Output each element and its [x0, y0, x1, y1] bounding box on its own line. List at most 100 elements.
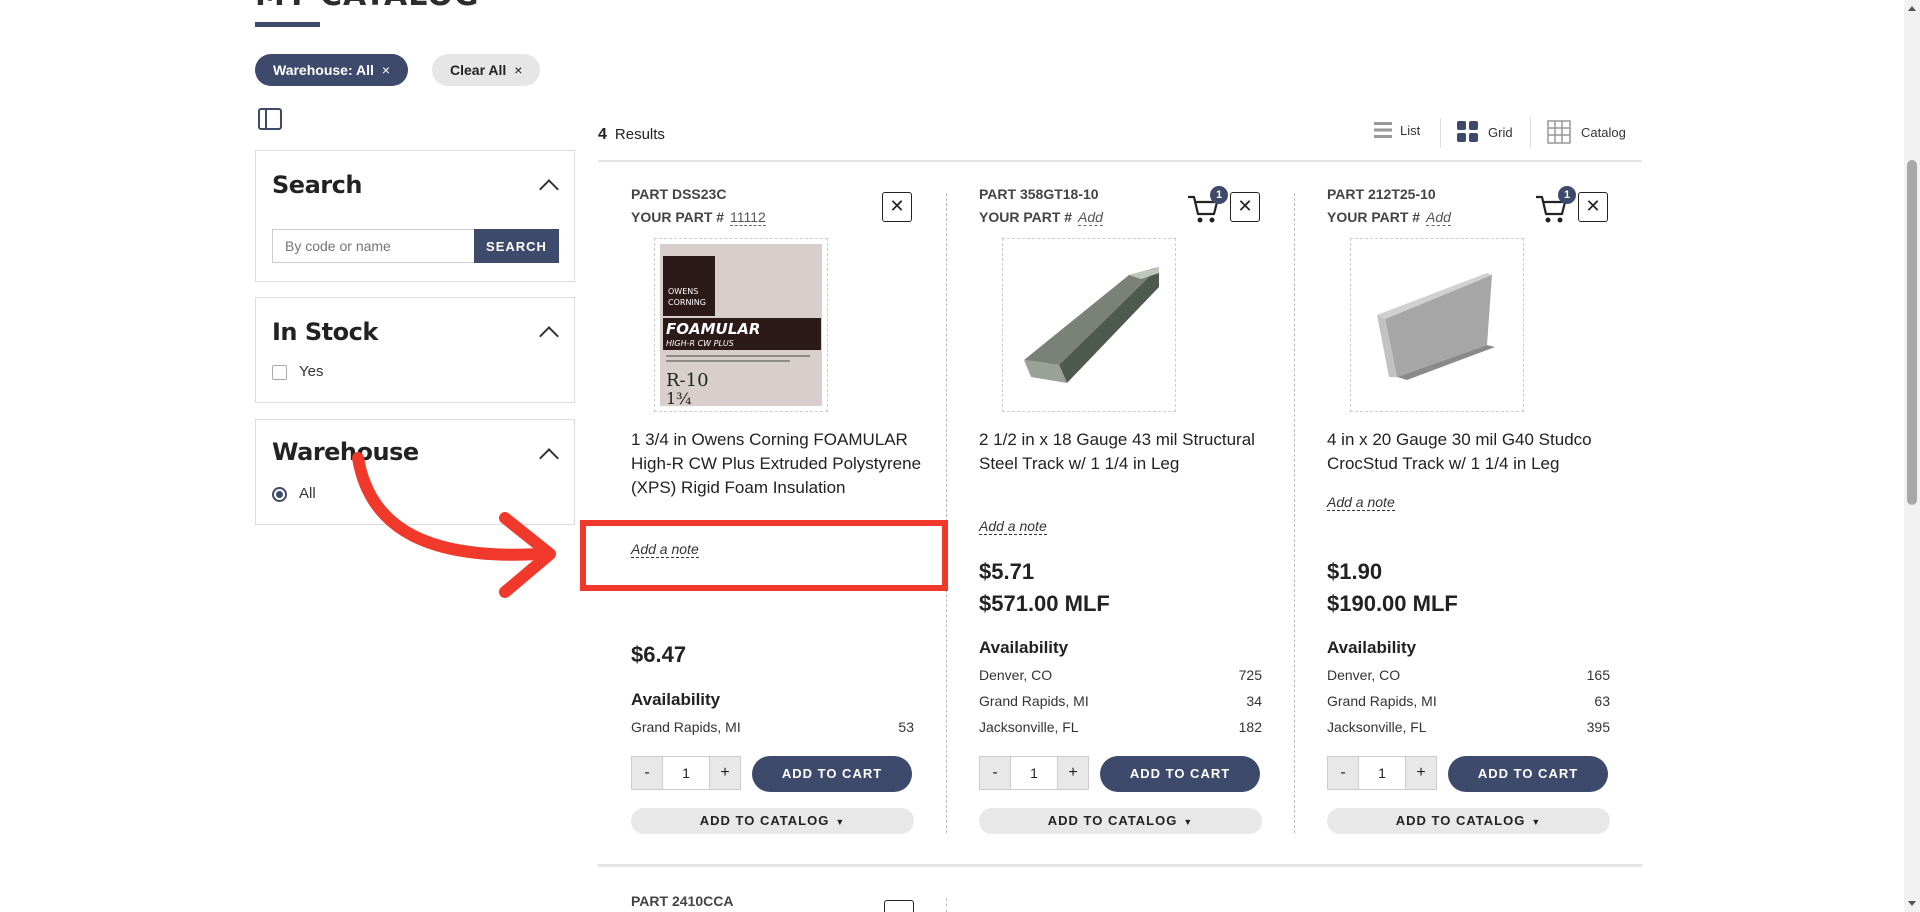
product-image[interactable]: [1002, 238, 1176, 412]
search-filter-panel: Search SEARCH: [255, 150, 575, 282]
product-subtitle-text: HIGH-R CW PLUS: [666, 339, 734, 348]
sidebar-toggle-icon[interactable]: [258, 108, 282, 130]
brand-text: OWENS: [668, 287, 698, 296]
catalog-view-button[interactable]: Catalog: [1547, 120, 1626, 144]
results-count-number: 4: [598, 126, 607, 143]
studco-track-image: [1377, 273, 1495, 380]
product-image[interactable]: OWENS CORNING FOAMULAR HIGH-R CW PLUS R-…: [654, 238, 828, 412]
part-code: PART 358GT18-10: [979, 186, 1099, 202]
cart-count-badge: 1: [1558, 186, 1576, 204]
increment-button[interactable]: +: [710, 757, 740, 789]
clear-all-label: Clear All: [450, 62, 507, 78]
steel-track-image: [1024, 267, 1159, 383]
results-count: 4 Results: [598, 126, 665, 144]
availability-location: Denver, CO: [979, 667, 1053, 683]
add-to-catalog-button[interactable]: ADD TO CATALOG ▼: [979, 808, 1262, 834]
in-stock-option-label: Yes: [299, 363, 324, 380]
view-divider: [1440, 118, 1441, 148]
your-part-add-link[interactable]: Add: [1077, 209, 1103, 226]
grid-view-label: Grid: [1488, 124, 1513, 140]
add-to-cart-button[interactable]: ADD TO CART: [1448, 756, 1608, 792]
availability-qty: 53: [898, 719, 914, 735]
scroll-down-icon[interactable]: [1908, 901, 1916, 906]
search-input[interactable]: [272, 229, 474, 263]
quantity-input[interactable]: 1: [1010, 757, 1058, 789]
search-button[interactable]: SEARCH: [474, 229, 559, 263]
scroll-up-icon[interactable]: [1908, 6, 1916, 11]
product-price: $5.71: [979, 559, 1035, 584]
availability-row: Denver, CO 725: [979, 667, 1262, 683]
foamular-insulation-image: OWENS CORNING FOAMULAR HIGH-R CW PLUS R-…: [660, 244, 822, 406]
add-to-catalog-label: ADD TO CATALOG: [699, 813, 830, 828]
add-to-cart-button[interactable]: ADD TO CART: [752, 756, 912, 792]
warehouse-all-radio[interactable]: [272, 487, 287, 502]
quantity-stepper: - 1 +: [979, 756, 1089, 790]
add-to-catalog-label: ADD TO CATALOG: [1395, 813, 1526, 828]
quantity-input[interactable]: 1: [662, 757, 710, 789]
increment-button[interactable]: +: [1406, 757, 1436, 789]
scroll-thumb[interactable]: [1907, 160, 1917, 505]
product-card: PART DSS23C YOUR PART # 11112 ✕ OWENS CO…: [598, 180, 921, 840]
availability-location: Jacksonville, FL: [1327, 719, 1427, 735]
decrement-button[interactable]: -: [1328, 757, 1358, 789]
remove-product-button[interactable]: ✕: [1230, 192, 1260, 222]
add-note-link[interactable]: Add a note: [1327, 494, 1395, 511]
availability-qty: 725: [1238, 667, 1262, 683]
your-part-label: YOUR PART #: [1327, 209, 1421, 225]
quantity-stepper: - 1 +: [1327, 756, 1437, 790]
caret-down-icon: ▼: [1183, 817, 1194, 827]
brand-text: CORNING: [668, 298, 706, 307]
warehouse-filter-chip[interactable]: Warehouse: All ×: [255, 54, 409, 86]
add-to-cart-button[interactable]: ADD TO CART: [1100, 756, 1260, 792]
clear-all-chip[interactable]: Clear All ×: [432, 54, 541, 86]
availability-location: Grand Rapids, MI: [979, 693, 1089, 709]
product-name[interactable]: 4 in x 20 Gauge 30 mil G40 Studco CrocSt…: [1327, 428, 1627, 476]
grid-view-button[interactable]: Grid: [1456, 120, 1513, 144]
list-view-label: List: [1400, 122, 1421, 138]
close-icon[interactable]: ×: [382, 62, 390, 78]
availability-qty: 34: [1246, 693, 1262, 709]
product-price: $1.90: [1327, 559, 1383, 584]
availability-title: Availability: [1327, 638, 1417, 657]
caret-down-icon: ▼: [1531, 817, 1542, 827]
row-divider: [598, 864, 1642, 867]
add-to-catalog-label: ADD TO CATALOG: [1047, 813, 1178, 828]
product-price-mlf: $190.00 MLF: [1327, 591, 1458, 616]
title-underline: [255, 22, 320, 27]
r-value-text: R-10: [666, 370, 709, 391]
chevron-up-icon[interactable]: [539, 326, 559, 346]
warehouse-option-label: All: [299, 485, 316, 502]
decrement-button[interactable]: -: [632, 757, 662, 789]
add-to-catalog-button[interactable]: ADD TO CATALOG ▼: [1327, 808, 1610, 834]
product-name[interactable]: 2 1/2 in x 18 Gauge 43 mil Structural St…: [979, 428, 1279, 476]
availability-row: Grand Rapids, MI 34: [979, 693, 1262, 709]
your-part-value[interactable]: 11112: [729, 209, 766, 226]
availability-qty: 165: [1586, 667, 1610, 683]
your-part-label: YOUR PART #: [979, 209, 1073, 225]
decrement-button[interactable]: -: [980, 757, 1010, 789]
add-to-catalog-button[interactable]: ADD TO CATALOG ▼: [631, 808, 914, 834]
chevron-up-icon[interactable]: [539, 179, 559, 199]
availability-title: Availability: [631, 690, 721, 709]
column-divider: [946, 898, 947, 912]
search-filter-title: Search: [272, 171, 362, 199]
your-part-number: YOUR PART # 11112: [631, 209, 766, 226]
add-note-link[interactable]: Add a note: [979, 518, 1047, 535]
remove-product-button[interactable]: ✕: [882, 192, 912, 222]
your-part-add-link[interactable]: Add: [1425, 209, 1451, 226]
list-view-button[interactable]: List: [1372, 120, 1420, 140]
remove-product-button[interactable]: ✕: [1578, 192, 1608, 222]
page-title: MY CATALOG: [255, 0, 479, 13]
product-name[interactable]: 1 3/4 in Owens Corning FOAMULAR High-R C…: [631, 428, 931, 500]
page-scrollbar[interactable]: [1904, 0, 1920, 912]
availability-row: Denver, CO 165: [1327, 667, 1610, 683]
product-image[interactable]: [1350, 238, 1524, 412]
in-stock-checkbox[interactable]: [272, 365, 287, 380]
increment-button[interactable]: +: [1058, 757, 1088, 789]
close-icon[interactable]: ×: [514, 62, 522, 78]
availability-row: Grand Rapids, MI 63: [1327, 693, 1610, 709]
availability-location: Denver, CO: [1327, 667, 1401, 683]
quantity-input[interactable]: 1: [1358, 757, 1406, 789]
remove-product-button[interactable]: [884, 900, 914, 912]
in-stock-filter-panel: In Stock Yes: [255, 297, 575, 403]
